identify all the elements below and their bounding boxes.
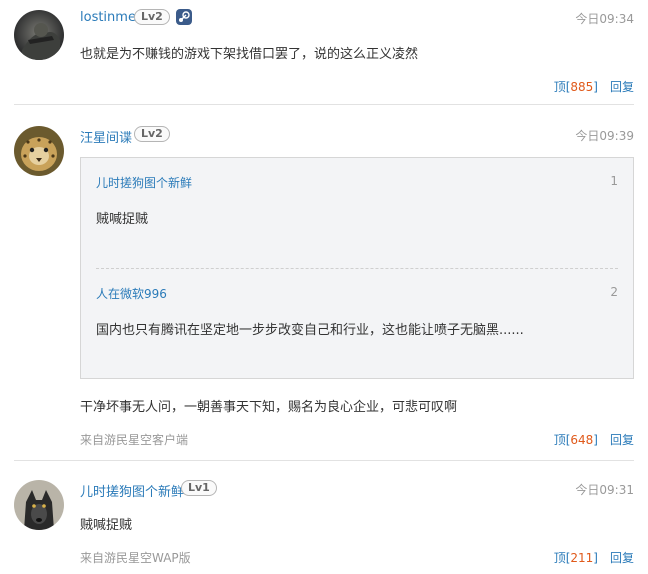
quote-username[interactable]: 人在微软996 — [96, 285, 167, 302]
level-badge: Lv1 — [181, 480, 217, 496]
username[interactable]: lostinme — [80, 10, 136, 25]
upvote-button[interactable]: 顶[885] — [554, 80, 598, 94]
reply-button[interactable]: 回复 — [610, 433, 634, 447]
comment-1: lostinme Lv2 今日09:34 也就是为不赚钱的游戏下架找借口罢了，说… — [0, 0, 648, 104]
steam-icon — [176, 9, 192, 25]
upvote-count: 648 — [570, 433, 594, 447]
comment-3: 儿时搓狗图个新鲜 Lv1 今日09:31 贼喊捉贼 来自游民星空WAP版 顶[2… — [0, 460, 648, 574]
comment-text: 也就是为不赚钱的游戏下架找借口罢了，说的这么正义凌然 — [80, 47, 419, 62]
upvote-button[interactable]: 顶[648] — [554, 433, 598, 447]
level-badge: Lv2 — [134, 9, 170, 25]
comment-text: 干净坏事无人问，一朝善事天下知，赐名为良心企业，可悲可叹啊 — [80, 400, 458, 415]
quote-username[interactable]: 儿时搓狗图个新鲜 — [96, 174, 192, 191]
reply-button[interactable]: 回复 — [610, 551, 634, 565]
comment-actions: 顶[885] 回复 — [554, 78, 634, 95]
upvote-count: 211 — [570, 551, 594, 565]
comment-2: 汪星间谍 Lv2 今日09:39 儿时搓狗图个新鲜 1 贼喊捉贼 人在微软996… — [0, 104, 648, 460]
quoted-replies: 儿时搓狗图个新鲜 1 贼喊捉贼 人在微软996 2 国内也只有腾讯在坚定地一步步… — [80, 157, 634, 379]
reply-button[interactable]: 回复 — [610, 80, 634, 94]
comment-time: 今日09:31 — [575, 483, 634, 497]
avatar[interactable] — [14, 480, 64, 530]
quote-text: 贼喊捉贼 — [96, 212, 149, 227]
username[interactable]: 儿时搓狗图个新鲜 — [80, 481, 184, 500]
quote-floor-number: 2 — [610, 285, 618, 299]
quote-text: 国内也只有腾讯在坚定地一步步改变自己和行业，这也能让喷子无脑黑...... — [96, 323, 524, 338]
quote-floor-number: 1 — [610, 174, 618, 188]
quote-divider — [96, 268, 618, 269]
upvote-count: 885 — [570, 80, 594, 94]
avatar[interactable] — [14, 126, 64, 176]
comment-text: 贼喊捉贼 — [80, 518, 133, 533]
level-badge: Lv2 — [134, 126, 170, 142]
comment-time: 今日09:39 — [575, 129, 634, 143]
upvote-button[interactable]: 顶[211] — [554, 551, 598, 565]
avatar[interactable] — [14, 10, 64, 60]
comment-source: 来自游民星空客户端 — [80, 433, 189, 447]
username[interactable]: 汪星间谍 — [80, 127, 132, 146]
comment-source: 来自游民星空WAP版 — [80, 551, 191, 565]
comment-actions: 顶[648] 回复 — [554, 431, 634, 448]
comment-actions: 顶[211] 回复 — [554, 549, 634, 566]
comment-time: 今日09:34 — [575, 12, 634, 26]
